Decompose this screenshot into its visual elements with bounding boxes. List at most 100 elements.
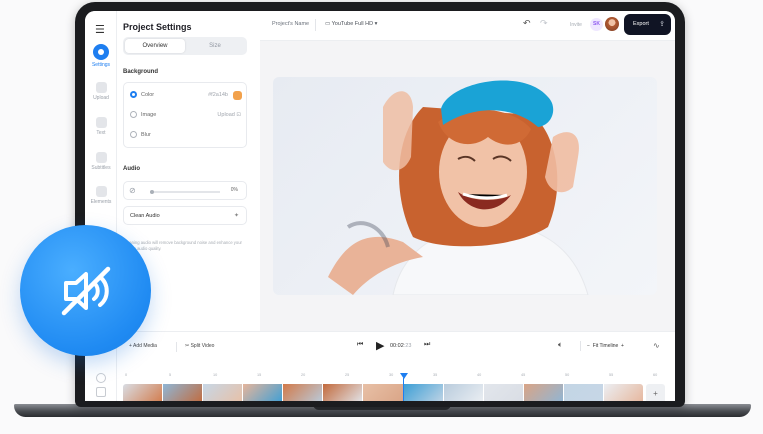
sidebar-item-settings[interactable]: Settings <box>85 44 117 68</box>
keyboard-icon[interactable] <box>96 387 106 397</box>
upload-link[interactable]: Upload ⊡ <box>217 108 241 122</box>
sidebar-item-subtitles[interactable]: Subtitles <box>85 152 117 171</box>
zoom-in-icon[interactable]: + <box>621 343 624 349</box>
timeline: + Add Media ✂ Split Video ⏮ ▶ 00:02:23 ⏭… <box>117 331 675 401</box>
sidebar-item-label: Subtitles <box>91 165 111 171</box>
help-icon[interactable] <box>96 373 106 383</box>
mute-icon[interactable]: ⊘ <box>129 186 136 195</box>
tab-overview[interactable]: Overview <box>125 39 185 53</box>
ruler-tick: 60 <box>653 373 658 377</box>
user-avatar[interactable] <box>605 17 619 31</box>
clip-thumbnail[interactable] <box>443 384 483 401</box>
ruler-tick: 25 <box>345 373 350 377</box>
scissors-icon: ✂ <box>185 343 190 349</box>
image-icon: ⊡ <box>236 112 241 118</box>
clip-thumbnail[interactable] <box>243 384 283 401</box>
option-label: Blur <box>141 132 151 138</box>
elements-icon <box>95 186 107 197</box>
export-label: Export <box>633 21 649 27</box>
format-dropdown[interactable]: ▭ YouTube Full HD ▾ <box>325 21 377 27</box>
radio[interactable] <box>130 131 137 139</box>
radio-selected[interactable] <box>130 91 137 99</box>
volume-value: 0% <box>230 187 238 193</box>
clip-thumbnail[interactable] <box>483 384 523 401</box>
divider <box>315 19 316 31</box>
add-media-button[interactable]: + Add Media <box>129 343 157 349</box>
ruler-tick: 5 <box>169 373 172 377</box>
project-name[interactable]: Project's Name <box>272 21 309 27</box>
invite-button[interactable]: Invite <box>570 22 582 28</box>
time-readout: 00:02:23 <box>390 343 411 349</box>
clip-thumbnail[interactable] <box>523 384 563 401</box>
clip-thumbnail[interactable] <box>563 384 603 401</box>
text-icon <box>95 117 107 128</box>
sidebar-item-elements[interactable]: Elements <box>85 186 117 205</box>
play-icon[interactable]: ▶ <box>376 339 384 352</box>
ruler-tick: 15 <box>257 373 262 377</box>
sparkle-icon: ✦ <box>233 213 239 219</box>
color-swatch[interactable] <box>233 91 242 100</box>
tab-size[interactable]: Size <box>185 39 245 53</box>
sidebar-item-label: Text <box>96 130 106 136</box>
preview-image <box>328 80 589 295</box>
slider-handle[interactable] <box>150 190 154 194</box>
gear-icon <box>93 44 109 60</box>
settings-tabs: Overview Size <box>123 37 247 55</box>
top-bar: Project's Name ▭ YouTube Full HD ▾ ↶ ↷ I… <box>260 11 675 41</box>
background-option-blur[interactable]: Blur <box>130 128 242 142</box>
option-label: Color <box>141 92 155 98</box>
color-hex-value[interactable]: #f2a14b <box>208 88 228 102</box>
background-heading: Background <box>123 69 159 75</box>
volume-icon[interactable]: 🔈︎ <box>558 340 563 350</box>
split-video-button[interactable]: ✂ Split Video <box>185 343 214 349</box>
clip-thumbnail[interactable] <box>123 384 163 401</box>
ruler-tick: 0 <box>125 373 128 377</box>
playhead-line <box>403 378 404 401</box>
video-track[interactable] <box>123 384 643 401</box>
video-preview[interactable] <box>273 77 657 295</box>
clean-audio-note: Cleaning audio will remove background no… <box>123 240 242 251</box>
current-time: 00:02 <box>390 343 404 349</box>
clean-audio-card[interactable]: Clean Audio ✦ <box>123 206 247 225</box>
undo-icon[interactable]: ↶ <box>523 18 531 29</box>
redo-icon[interactable]: ↷ <box>540 18 548 29</box>
waveform-icon[interactable]: ∿ <box>653 341 660 350</box>
volume-slider[interactable] <box>150 190 220 194</box>
time-suffix: :23 <box>403 343 412 349</box>
clip-thumbnail[interactable] <box>403 384 443 401</box>
background-card: Color #f2a14b Image Upload ⊡ Blur <box>123 82 247 148</box>
menu-icon[interactable]: ☰ <box>95 23 105 36</box>
split-video-label: Split Video <box>190 343 215 349</box>
zoom-control[interactable]: − Fit Timeline + <box>587 343 624 349</box>
app-screen: ☰ Settings Upload Text Subtitles Element… <box>85 11 675 401</box>
sidebar-item-upload[interactable]: Upload <box>85 82 117 101</box>
playhead[interactable] <box>400 373 408 379</box>
clip-thumbnail[interactable] <box>203 384 243 401</box>
laptop-bezel: ☰ Settings Upload Text Subtitles Element… <box>75 2 685 407</box>
video-icon: ▭ <box>325 21 331 27</box>
audio-heading: Audio <box>123 166 140 172</box>
user-initials-avatar[interactable]: SK <box>590 18 603 31</box>
clip-thumbnail[interactable] <box>323 384 363 401</box>
clip-thumbnail[interactable] <box>603 384 643 401</box>
chevron-down-icon: ▾ <box>374 21 378 27</box>
radio[interactable] <box>130 111 137 119</box>
sidebar-item-text[interactable]: Text <box>85 117 117 136</box>
clip-thumbnail[interactable] <box>283 384 323 401</box>
zoom-label: Fit Timeline <box>592 343 619 349</box>
export-button[interactable]: Export ⇪ <box>624 14 671 35</box>
background-option-image[interactable]: Image Upload ⊡ <box>130 108 242 122</box>
volume-card: ⊘ 0% <box>123 181 247 200</box>
background-option-color[interactable]: Color #f2a14b <box>130 88 242 102</box>
rewind-icon[interactable]: ⏮ <box>357 341 363 349</box>
sidebar-item-label: Settings <box>91 62 111 68</box>
sidebar-item-label: Elements <box>90 199 112 205</box>
clip-thumbnail[interactable] <box>363 384 403 401</box>
add-clip-button[interactable]: + <box>646 384 665 401</box>
zoom-out-icon[interactable]: − <box>587 343 590 349</box>
ruler-tick: 30 <box>389 373 394 377</box>
fast-forward-icon[interactable]: ⏭ <box>424 341 430 349</box>
ruler-tick: 20 <box>301 373 306 377</box>
clip-thumbnail[interactable] <box>163 384 203 401</box>
divider <box>176 342 177 352</box>
